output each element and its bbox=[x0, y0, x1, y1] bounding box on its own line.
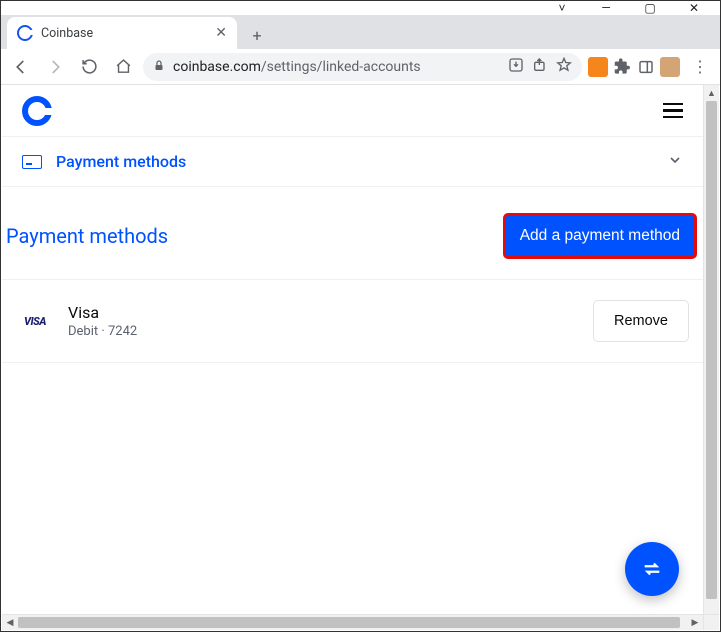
lock-icon bbox=[153, 59, 165, 75]
page-content: Payment methods Payment methods Add a pa… bbox=[2, 85, 703, 630]
scroll-left-icon[interactable]: ◀ bbox=[2, 615, 18, 630]
swap-arrows-icon bbox=[641, 558, 663, 580]
scrollbar-corner bbox=[703, 614, 719, 630]
extension-icons bbox=[588, 57, 680, 77]
new-tab-button[interactable]: + bbox=[243, 21, 271, 49]
section-header[interactable]: Payment methods bbox=[2, 137, 703, 187]
tab-title: Coinbase bbox=[41, 26, 93, 41]
bookmark-star-icon[interactable] bbox=[556, 57, 572, 77]
section-title: Payment methods bbox=[56, 152, 653, 171]
horizontal-scrollbar[interactable]: ◀ ▶ bbox=[2, 614, 703, 630]
browser-menu-icon[interactable]: ⋮ bbox=[686, 57, 714, 76]
add-payment-method-button[interactable]: Add a payment method bbox=[503, 213, 697, 259]
scroll-thumb[interactable] bbox=[706, 101, 717, 599]
back-button[interactable] bbox=[7, 53, 35, 81]
window-minimize-icon[interactable]: — bbox=[584, 1, 628, 15]
window-titlebar: ˅ — ▢ ✕ bbox=[1, 1, 720, 15]
scroll-up-icon[interactable]: ▲ bbox=[704, 85, 719, 101]
payment-method-row: VISA Visa Debit · 7242 Remove bbox=[2, 279, 703, 363]
window-close-icon[interactable]: ✕ bbox=[672, 1, 716, 15]
forward-button[interactable] bbox=[41, 53, 69, 81]
visa-brand-icon: VISA bbox=[24, 315, 54, 328]
install-icon[interactable] bbox=[508, 57, 524, 77]
coinbase-favicon-icon bbox=[17, 25, 33, 41]
payment-method-subtitle: Debit · 7242 bbox=[68, 324, 137, 339]
tab-close-icon[interactable]: ✕ bbox=[215, 25, 227, 41]
app-header bbox=[2, 85, 703, 137]
remove-button[interactable]: Remove bbox=[593, 300, 689, 342]
window-maximize-icon[interactable]: ▢ bbox=[628, 1, 672, 15]
extensions-icon[interactable] bbox=[612, 57, 632, 77]
metamask-extension-icon[interactable] bbox=[588, 57, 608, 77]
coinbase-logo-icon[interactable] bbox=[22, 96, 52, 126]
sidepanel-icon[interactable] bbox=[636, 57, 656, 77]
chevron-down-icon bbox=[667, 152, 683, 172]
cat-extension-icon[interactable] bbox=[660, 57, 680, 77]
browser-tabstrip: Coinbase ✕ + bbox=[1, 15, 720, 49]
scroll-thumb-h[interactable] bbox=[18, 617, 680, 628]
reload-button[interactable] bbox=[75, 53, 103, 81]
home-button[interactable] bbox=[109, 53, 137, 81]
url-text: coinbase.com/settings/linked-accounts bbox=[173, 59, 500, 75]
browser-toolbar: coinbase.com/settings/linked-accounts ⋮ bbox=[1, 49, 720, 85]
browser-tab[interactable]: Coinbase ✕ bbox=[7, 17, 237, 49]
vertical-scrollbar[interactable]: ▲ ▼ bbox=[703, 85, 719, 630]
hamburger-menu-icon[interactable] bbox=[663, 103, 683, 119]
address-bar[interactable]: coinbase.com/settings/linked-accounts bbox=[143, 53, 582, 81]
share-icon[interactable] bbox=[532, 57, 548, 77]
payment-method-name: Visa bbox=[68, 303, 137, 322]
scroll-right-icon[interactable]: ▶ bbox=[687, 615, 703, 630]
window-dropdown-icon[interactable]: ˅ bbox=[540, 1, 584, 15]
page-title: Payment methods bbox=[6, 224, 168, 248]
swap-fab-button[interactable] bbox=[625, 542, 679, 596]
payment-card-icon bbox=[22, 155, 42, 169]
